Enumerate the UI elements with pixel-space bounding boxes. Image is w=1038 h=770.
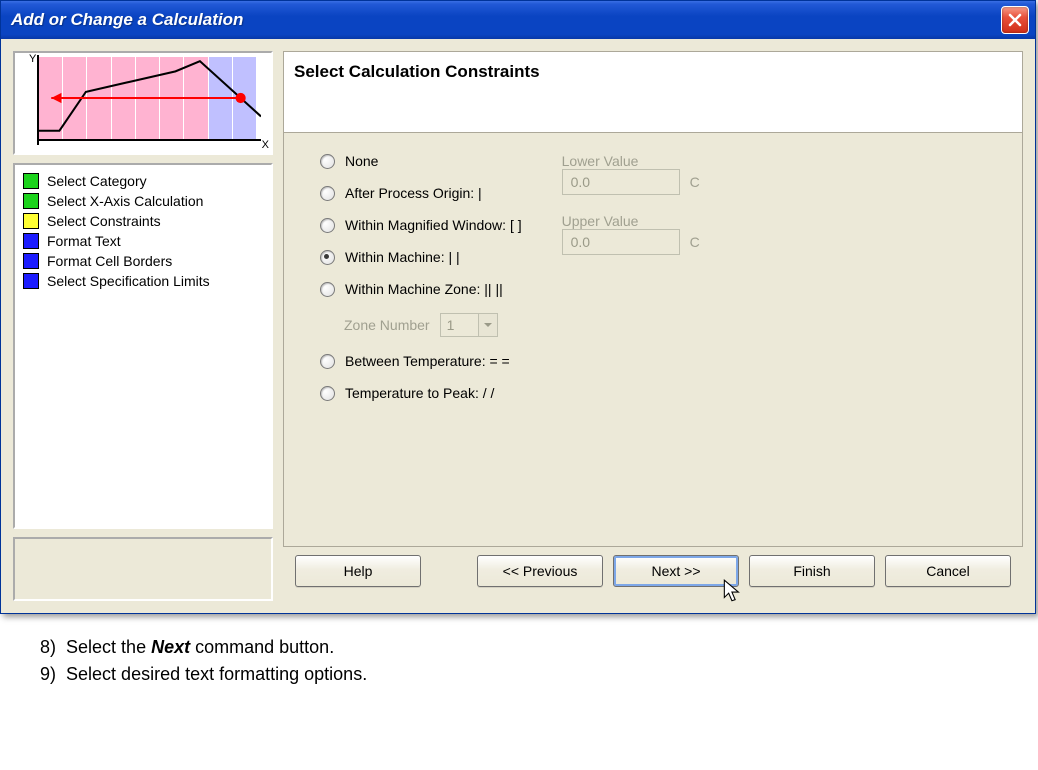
axis-label-x: X	[262, 139, 269, 151]
dropdown-button	[478, 314, 497, 336]
instruction-step-8: 8) Select the Next command button.	[40, 634, 1008, 661]
dialog-window: Add or Change a Calculation Y X	[0, 0, 1036, 614]
radio-temperature-to-peak[interactable]: Temperature to Peak: / /	[320, 385, 522, 401]
swatch-icon	[23, 273, 39, 289]
swatch-icon	[23, 173, 39, 189]
help-button[interactable]: Help	[295, 555, 421, 587]
step-label: Select X-Axis Calculation	[47, 193, 203, 209]
radio-between-temperature[interactable]: Between Temperature: = =	[320, 353, 522, 369]
zone-number-label: Zone Number	[344, 317, 430, 333]
swatch-icon	[23, 253, 39, 269]
upper-value-input[interactable]: 0.0	[562, 229, 680, 255]
step-text: Select desired text formatting options.	[66, 664, 367, 684]
upper-value-label: Upper Value	[562, 213, 700, 229]
previous-button[interactable]: << Previous	[477, 555, 603, 587]
step-item[interactable]: Select Constraints	[23, 211, 263, 231]
lower-value-unit: C	[690, 174, 700, 190]
page-title: Select Calculation Constraints	[283, 51, 1023, 133]
swatch-icon	[23, 193, 39, 209]
swatch-icon	[23, 233, 39, 249]
step-number: 8)	[40, 637, 56, 657]
lower-value-input[interactable]: 0.0	[562, 169, 680, 195]
step-label: Select Constraints	[47, 213, 161, 229]
step-item[interactable]: Format Cell Borders	[23, 251, 263, 271]
radio-within-machine[interactable]: Within Machine: | |	[320, 249, 522, 265]
steps-panel: Select Category Select X-Axis Calculatio…	[13, 163, 273, 529]
content-area: Y X Sele	[1, 39, 1035, 613]
zone-number-value: 1	[441, 317, 478, 333]
step-item[interactable]: Format Text	[23, 231, 263, 251]
value-column: Lower Value 0.0 C Upper Value 0.0 C	[562, 153, 700, 536]
instruction-step-9: 9) Select desired text formatting option…	[40, 661, 1008, 688]
close-button[interactable]	[1001, 6, 1029, 34]
radio-label: Within Machine: | |	[345, 249, 460, 265]
cancel-button[interactable]: Cancel	[885, 555, 1011, 587]
button-row: Help << Previous Next >> Finish Cancel	[283, 547, 1023, 601]
status-panel	[13, 537, 273, 601]
constraint-radio-group: None After Process Origin: | Within Magn…	[320, 153, 522, 536]
step-text: Select the	[66, 637, 151, 657]
step-label: Format Text	[47, 233, 121, 249]
cursor-icon	[722, 578, 744, 604]
step-item[interactable]: Select Category	[23, 171, 263, 191]
radio-label: Temperature to Peak: / /	[345, 385, 494, 401]
radio-label: None	[345, 153, 378, 169]
axis-label-y: Y	[29, 53, 36, 65]
right-column: Select Calculation Constraints None Afte…	[283, 51, 1023, 601]
main-panel: None After Process Origin: | Within Magn…	[283, 133, 1023, 547]
step-label: Format Cell Borders	[47, 253, 172, 269]
radio-icon	[320, 250, 335, 265]
step-item[interactable]: Select X-Axis Calculation	[23, 191, 263, 211]
step-command: Next	[151, 637, 190, 657]
finish-button[interactable]: Finish	[749, 555, 875, 587]
step-text: command button.	[190, 637, 334, 657]
next-button-label: Next >>	[651, 563, 700, 579]
radio-none[interactable]: None	[320, 153, 522, 169]
zone-number-row: Zone Number 1	[344, 313, 522, 337]
upper-value-text: 0.0	[571, 234, 590, 250]
zone-number-select[interactable]: 1	[440, 313, 498, 337]
left-column: Y X Sele	[13, 51, 273, 601]
chevron-down-icon	[484, 321, 492, 329]
titlebar: Add or Change a Calculation	[1, 1, 1035, 39]
radio-label: After Process Origin: |	[345, 185, 482, 201]
radio-label: Between Temperature: = =	[345, 353, 510, 369]
step-number: 9)	[40, 664, 56, 684]
upper-value-unit: C	[690, 234, 700, 250]
window-title: Add or Change a Calculation	[11, 10, 243, 30]
radio-label: Within Machine Zone: || ||	[345, 281, 503, 297]
lower-value-text: 0.0	[571, 174, 590, 190]
radio-within-machine-zone[interactable]: Within Machine Zone: || ||	[320, 281, 522, 297]
radio-icon	[320, 354, 335, 369]
chart-profile-line	[37, 55, 261, 141]
radio-icon	[320, 218, 335, 233]
radio-icon	[320, 186, 335, 201]
lower-value-label: Lower Value	[562, 153, 700, 169]
radio-icon	[320, 282, 335, 297]
chart-thumbnail: Y X	[13, 51, 273, 155]
instructions: 8) Select the Next command button. 9) Se…	[0, 614, 1038, 698]
radio-after-origin[interactable]: After Process Origin: |	[320, 185, 522, 201]
radio-within-magnified[interactable]: Within Magnified Window: [ ]	[320, 217, 522, 233]
swatch-icon	[23, 213, 39, 229]
radio-icon	[320, 154, 335, 169]
step-label: Select Category	[47, 173, 147, 189]
step-label: Select Specification Limits	[47, 273, 210, 289]
next-button[interactable]: Next >>	[613, 555, 739, 587]
radio-icon	[320, 386, 335, 401]
close-icon	[1007, 12, 1023, 28]
step-item[interactable]: Select Specification Limits	[23, 271, 263, 291]
radio-label: Within Magnified Window: [ ]	[345, 217, 522, 233]
